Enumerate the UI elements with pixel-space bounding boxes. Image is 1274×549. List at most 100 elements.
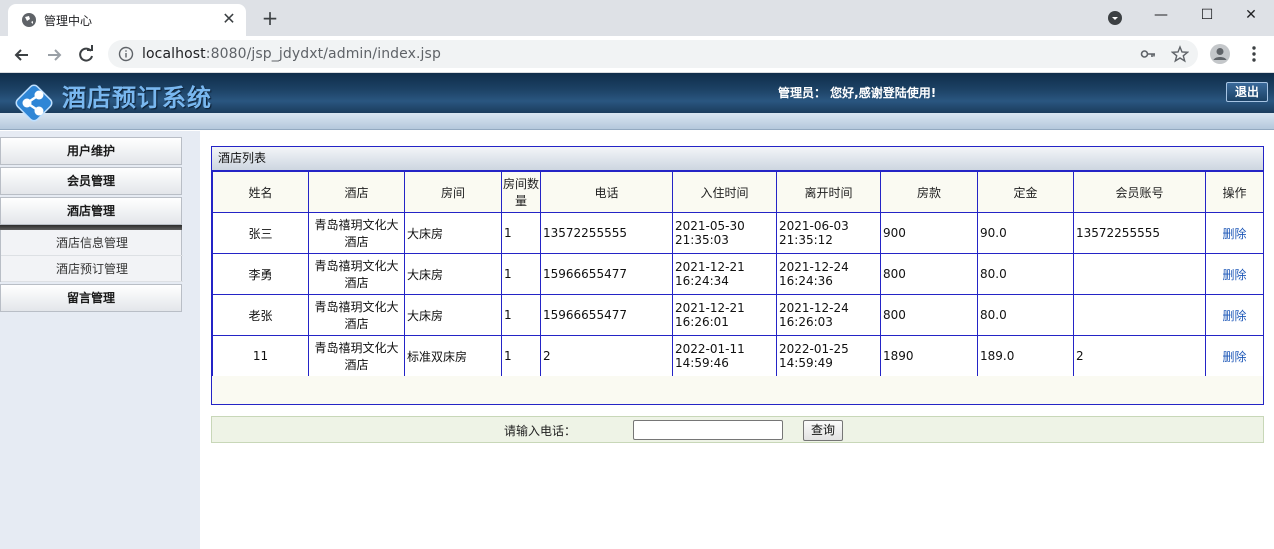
checkout-time: 14:59:49 <box>779 356 833 370</box>
minimize-icon[interactable]: — <box>1138 0 1184 30</box>
hotel-list-panel: 酒店列表 姓名 酒店 房间 房间数量 电话 入住时间 离开时间 房款 定金 会员… <box>211 146 1264 405</box>
checkin-time: 16:24:34 <box>675 274 729 288</box>
search-button[interactable]: 查询 <box>803 420 843 441</box>
star-icon[interactable] <box>1171 45 1189 63</box>
checkout-date: 2021-12-24 <box>779 260 849 274</box>
cell-checkin: 2021-12-21 16:24:34 <box>672 253 777 295</box>
browser-tab[interactable]: 管理中心 ✕ <box>8 4 246 36</box>
checkout-time: 16:24:36 <box>779 274 833 288</box>
admin-greeting: 管理员： 您好,感谢登陆使用! <box>778 86 937 100</box>
url-text: localhost:8080/jsp_jdydxt/admin/index.js… <box>142 46 441 62</box>
column-header: 定金 <box>977 171 1074 213</box>
cell-name: 张三 <box>212 212 309 254</box>
panel-title: 酒店列表 <box>212 147 1263 171</box>
checkout-time: 21:35:12 <box>779 233 833 247</box>
column-header: 离开时间 <box>776 171 881 213</box>
checkout-date: 2021-12-24 <box>779 301 849 315</box>
table-row: 李勇 青岛禧玥文化大酒店 大床房 1 15966655477 2021-12-2… <box>212 253 1264 295</box>
delete-link[interactable]: 删除 <box>1222 268 1246 282</box>
cell-phone: 13572255555 <box>540 212 673 254</box>
window-close-icon[interactable]: ✕ <box>1228 0 1274 30</box>
checkout-date: 2021-06-03 <box>779 219 849 233</box>
submenu-hotel-booking[interactable]: 酒店预订管理 <box>1 256 183 282</box>
address-bar[interactable]: localhost:8080/jsp_jdydxt/admin/index.js… <box>108 40 1198 68</box>
column-header: 房款 <box>880 171 978 213</box>
profile-icon[interactable] <box>1209 43 1231 65</box>
delete-link[interactable]: 删除 <box>1222 227 1246 241</box>
cell-room: 标准双床房 <box>404 335 502 377</box>
column-header: 入住时间 <box>672 171 777 213</box>
checkin-time: 21:35:03 <box>675 233 729 247</box>
cell-deposit: 189.0 <box>977 335 1074 377</box>
cell-name: 老张 <box>212 294 309 336</box>
cell-phone: 15966655477 <box>540 294 673 336</box>
cell-action: 删除 <box>1205 253 1264 295</box>
info-icon[interactable] <box>118 46 134 62</box>
menu-message-management[interactable]: 留言管理 <box>0 284 182 312</box>
browser-toolbar: localhost:8080/jsp_jdydxt/admin/index.js… <box>0 36 1274 73</box>
checkin-date: 2021-05-30 <box>675 219 745 233</box>
cell-price: 800 <box>880 253 978 295</box>
back-arrow-icon[interactable] <box>9 42 35 68</box>
close-icon[interactable]: ✕ <box>220 10 238 28</box>
search-label: 请输入电话： <box>504 424 577 438</box>
cell-checkin: 2021-05-30 21:35:03 <box>672 212 777 254</box>
table-row: 张三 青岛禧玥文化大酒店 大床房 1 13572255555 2021-05-3… <box>212 212 1264 254</box>
cell-checkout: 2021-12-24 16:24:36 <box>776 253 881 295</box>
cell-member <box>1073 294 1206 336</box>
cell-room: 大床房 <box>404 253 502 295</box>
system-title: 酒店预订系统 <box>62 84 212 112</box>
header-banner: 酒店预订系统 管理员： 您好,感谢登陆使用! 退出 <box>0 73 1274 113</box>
cell-price: 900 <box>880 212 978 254</box>
cell-member: 13572255555 <box>1073 212 1206 254</box>
more-menu-icon[interactable] <box>1244 44 1264 64</box>
booking-table: 姓名 酒店 房间 房间数量 电话 入住时间 离开时间 房款 定金 会员账号 操作 <box>212 171 1264 377</box>
column-header: 房间 <box>404 171 502 213</box>
cell-hotel: 青岛禧玥文化大酒店 <box>308 253 405 295</box>
cell-name: 李勇 <box>212 253 309 295</box>
cell-phone: 2 <box>540 335 673 377</box>
cell-phone: 15966655477 <box>540 253 673 295</box>
cell-checkin: 2022-01-11 14:59:46 <box>672 335 777 377</box>
checkout-date: 2022-01-25 <box>779 342 849 356</box>
delete-link[interactable]: 删除 <box>1222 350 1246 364</box>
cell-count: 1 <box>501 294 541 336</box>
url-path: :8080/jsp_jdydxt/admin/index.jsp <box>205 46 441 62</box>
cell-checkout: 2022-01-25 14:59:49 <box>776 335 881 377</box>
phone-search-input[interactable] <box>633 420 783 440</box>
logo-icon <box>15 84 53 122</box>
sidebar: 用户维护 会员管理 酒店管理 酒店信息管理 酒店预订管理 留言管理 <box>0 131 200 549</box>
column-header: 会员账号 <box>1073 171 1206 213</box>
menu-hotel-management[interactable]: 酒店管理 <box>0 197 182 225</box>
cell-member: 2 <box>1073 335 1206 377</box>
cell-checkout: 2021-06-03 21:35:12 <box>776 212 881 254</box>
delete-link[interactable]: 删除 <box>1222 309 1246 323</box>
menu-member-management[interactable]: 会员管理 <box>0 167 182 195</box>
cell-room: 大床房 <box>404 212 502 254</box>
table-header-row: 姓名 酒店 房间 房间数量 电话 入住时间 离开时间 房款 定金 会员账号 操作 <box>212 171 1264 213</box>
cell-hotel: 青岛禧玥文化大酒店 <box>308 335 405 377</box>
cell-member <box>1073 253 1206 295</box>
cell-count: 1 <box>501 253 541 295</box>
cell-hotel: 青岛禧玥文化大酒店 <box>308 212 405 254</box>
new-tab-button[interactable]: + <box>258 6 282 30</box>
menu-user-maintenance[interactable]: 用户维护 <box>0 137 182 165</box>
key-icon[interactable] <box>1140 46 1156 62</box>
forward-arrow-icon[interactable] <box>41 42 67 68</box>
submenu-hotel-info[interactable]: 酒店信息管理 <box>1 230 183 256</box>
table-row: 老张 青岛禧玥文化大酒店 大床房 1 15966655477 2021-12-2… <box>212 294 1264 336</box>
checkin-date: 2021-12-21 <box>675 260 745 274</box>
cell-checkout: 2021-12-24 16:26:03 <box>776 294 881 336</box>
maximize-icon[interactable]: ☐ <box>1184 0 1230 30</box>
table-row: 11 青岛禧玥文化大酒店 标准双床房 1 2 2022-01-11 14:59:4… <box>212 335 1264 377</box>
url-host: localhost <box>142 46 206 62</box>
cell-checkin: 2021-12-21 16:26:01 <box>672 294 777 336</box>
reload-icon[interactable] <box>73 42 99 68</box>
column-header: 酒店 <box>308 171 405 213</box>
tab-search-icon[interactable] <box>1107 10 1123 26</box>
checkin-time: 16:26:01 <box>675 315 729 329</box>
cell-action: 删除 <box>1205 335 1264 377</box>
cell-hotel: 青岛禧玥文化大酒店 <box>308 294 405 336</box>
checkin-date: 2022-01-11 <box>675 342 745 356</box>
logout-button[interactable]: 退出 <box>1226 82 1268 102</box>
